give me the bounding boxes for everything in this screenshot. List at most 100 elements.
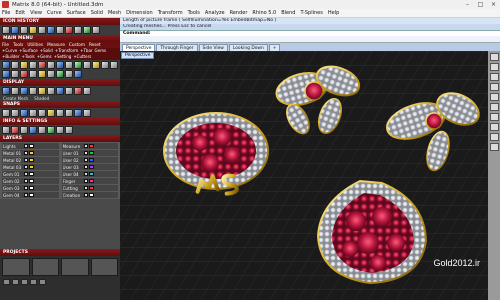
project-slot[interactable]	[2, 258, 30, 276]
layer-visibility-checkbox[interactable]	[24, 165, 28, 169]
history-icon[interactable]	[65, 26, 73, 34]
tab-through-finger[interactable]: Through Finger	[156, 44, 198, 51]
layer-visibility-checkbox[interactable]	[83, 165, 88, 169]
snap-icon[interactable]	[74, 109, 82, 117]
menu-mesh[interactable]: Mesh	[108, 10, 121, 16]
project-slot[interactable]	[31, 258, 59, 276]
tool-icon[interactable]	[83, 61, 91, 69]
layer-color-swatch[interactable]	[29, 151, 34, 155]
tab-looking-down[interactable]: Looking Down	[228, 44, 268, 51]
menu-transform[interactable]: Transform	[158, 10, 183, 16]
history-icon[interactable]	[38, 26, 46, 34]
layers-header[interactable]: LAYERS	[0, 135, 120, 142]
sub-tab-tools[interactable]: +Tools	[22, 54, 35, 60]
shaded-label[interactable]: Shaded	[34, 96, 49, 101]
menu-tsplines[interactable]: T-Splines	[300, 10, 322, 16]
project-button[interactable]	[30, 279, 37, 285]
menu-rhino[interactable]: Rhino 5.0	[252, 10, 276, 16]
display-icon[interactable]	[20, 87, 28, 95]
menu-file[interactable]: File	[2, 10, 10, 16]
settings-icon[interactable]	[47, 126, 55, 134]
sub-tab-setting[interactable]: +Setting	[54, 54, 72, 60]
layer-row[interactable]: Metal 01	[2, 150, 59, 156]
layer-color-swatch[interactable]	[29, 186, 34, 190]
layer-row[interactable]: Lights	[2, 143, 59, 149]
display-icon[interactable]	[11, 87, 19, 95]
display-icon[interactable]	[38, 87, 46, 95]
tab-perspective[interactable]: Perspective	[122, 44, 156, 51]
menu-blend[interactable]: Blend	[281, 10, 295, 16]
layer-color-swatch[interactable]	[88, 165, 94, 169]
tool-icon[interactable]	[65, 61, 73, 69]
snap-icon[interactable]	[20, 109, 28, 117]
layer-color-swatch[interactable]	[88, 179, 94, 183]
snap-icon[interactable]	[38, 109, 46, 117]
right-tool-icon[interactable]	[489, 63, 499, 71]
layer-color-swatch[interactable]	[29, 158, 34, 162]
layer-row[interactable]: Gem 04	[2, 192, 59, 198]
layer-visibility-checkbox[interactable]	[24, 151, 28, 155]
tool-icon[interactable]	[2, 61, 10, 69]
menu-tools[interactable]: Tools	[188, 10, 200, 16]
layer-color-swatch[interactable]	[29, 144, 34, 148]
tool-icon[interactable]	[20, 61, 28, 69]
tool-icon[interactable]	[38, 70, 46, 78]
tool-icon[interactable]	[38, 61, 46, 69]
layer-visibility-checkbox[interactable]	[83, 172, 88, 176]
layer-visibility-checkbox[interactable]	[24, 193, 28, 197]
history-icon[interactable]	[92, 26, 100, 34]
display-header[interactable]: DISPLAY	[0, 79, 120, 86]
snap-icon[interactable]	[65, 109, 73, 117]
tool-icon[interactable]	[20, 70, 28, 78]
layer-visibility-checkbox[interactable]	[83, 186, 88, 190]
settings-icon[interactable]	[38, 126, 46, 134]
menu-render[interactable]: Render	[230, 10, 248, 16]
layer-color-swatch[interactable]	[88, 193, 94, 197]
layer-row[interactable]: User 01	[61, 150, 118, 156]
layer-color-swatch[interactable]	[29, 179, 34, 183]
display-icon[interactable]	[29, 87, 37, 95]
close-button[interactable]: ×	[487, 0, 500, 9]
layer-visibility-checkbox[interactable]	[83, 144, 88, 148]
tool-icon[interactable]	[65, 70, 73, 78]
sub-tab-gems[interactable]: Gems	[95, 48, 107, 54]
sub-tab-cutters[interactable]: +Cutters	[73, 54, 91, 60]
viewport-label[interactable]: Perspective	[121, 52, 155, 59]
layer-visibility-checkbox[interactable]	[24, 172, 28, 176]
layer-color-swatch[interactable]	[88, 158, 94, 162]
history-icon[interactable]	[56, 26, 64, 34]
layer-row[interactable]: User 04	[61, 171, 118, 177]
history-icon[interactable]	[47, 26, 55, 34]
tool-icon[interactable]	[74, 61, 82, 69]
layer-color-swatch[interactable]	[88, 172, 94, 176]
right-tool-icon[interactable]	[489, 53, 499, 61]
icon-history-header[interactable]: ICON HISTORY	[0, 18, 120, 25]
minimize-button[interactable]: –	[461, 0, 474, 9]
right-tool-icon[interactable]	[489, 73, 499, 81]
history-icon[interactable]	[83, 26, 91, 34]
tool-icon[interactable]	[11, 70, 19, 78]
history-icon[interactable]	[20, 26, 28, 34]
layer-row[interactable]: User 03	[61, 164, 118, 170]
right-tool-icon[interactable]	[489, 103, 499, 111]
project-button[interactable]	[39, 279, 46, 285]
project-button[interactable]	[3, 279, 10, 285]
tool-icon[interactable]	[74, 70, 82, 78]
display-icon[interactable]	[74, 87, 82, 95]
settings-icon[interactable]	[65, 126, 73, 134]
menu-dimension[interactable]: Dimension	[126, 10, 153, 16]
sub-tab-gems2[interactable]: +Gems	[37, 54, 52, 60]
snap-icon[interactable]	[56, 109, 64, 117]
layer-row[interactable]: Finger	[61, 178, 118, 184]
settings-icon[interactable]	[2, 126, 10, 134]
display-icon[interactable]	[56, 87, 64, 95]
menu-surface[interactable]: Surface	[67, 10, 86, 16]
menu-curve[interactable]: Curve	[47, 10, 62, 16]
settings-icon[interactable]	[20, 126, 28, 134]
maximize-button[interactable]: □	[474, 0, 487, 9]
layer-color-swatch[interactable]	[29, 165, 34, 169]
right-tool-icon[interactable]	[489, 123, 499, 131]
layer-row[interactable]: Creation	[61, 192, 118, 198]
right-tool-icon[interactable]	[489, 93, 499, 101]
history-icon[interactable]	[11, 26, 19, 34]
